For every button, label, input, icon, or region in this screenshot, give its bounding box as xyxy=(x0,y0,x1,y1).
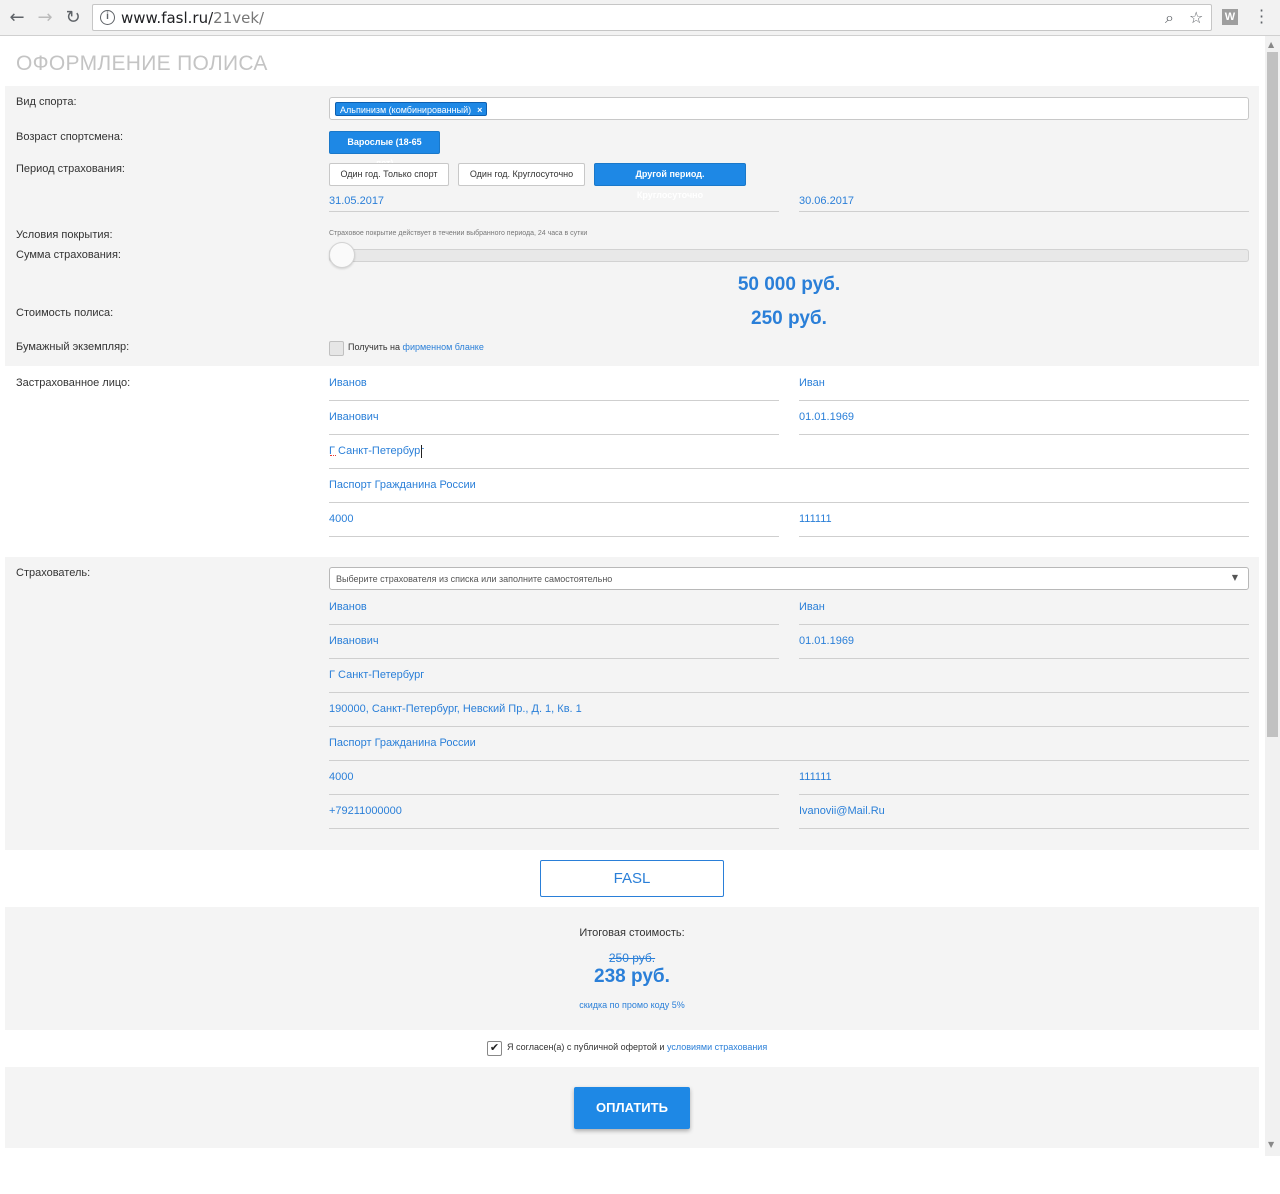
insured-doc-type-field[interactable]: Паспорт Гражданина России xyxy=(329,473,1249,503)
insurer-select-placeholder: Выберите страхователя из списка или запо… xyxy=(336,574,613,584)
total-label: Итоговая стоимость: xyxy=(579,927,685,939)
new-price: 238 руб. xyxy=(594,966,670,987)
scrollbar-thumb[interactable] xyxy=(1267,52,1278,737)
url-text[interactable]: www.fasl.ru/21vek/ xyxy=(121,9,264,27)
insured-doc-number-field[interactable]: 111111 xyxy=(799,507,1249,537)
bookmark-star-icon[interactable]: ☆ xyxy=(1189,8,1203,27)
insured-label: Застрахованное лицо: xyxy=(16,377,131,389)
sum-slider-track[interactable] xyxy=(329,249,1249,262)
forward-arrow-icon[interactable]: → xyxy=(34,7,56,29)
start-date-field[interactable]: 31.05.2017 xyxy=(329,189,779,212)
age-adult-button[interactable]: Варослые (18-65 лет) xyxy=(329,131,440,168)
info-icon[interactable]: i xyxy=(100,10,115,25)
insurer-email-field[interactable]: Ivanovii@Mail.Ru xyxy=(799,799,1249,829)
sum-slider-handle[interactable] xyxy=(329,242,355,268)
paper-link[interactable]: фирменном бланке xyxy=(403,342,484,352)
insurer-city-field[interactable]: Г Санкт-Петербург xyxy=(329,663,1249,693)
period-year-sport-button[interactable]: Один год. Только спорт xyxy=(329,163,449,186)
paper-text: Получить на фирменном бланке xyxy=(348,342,484,352)
old-price: 250 руб. xyxy=(608,951,656,965)
period-year-allday-button[interactable]: Один год. Круглосуточно xyxy=(458,163,585,186)
pay-button[interactable]: ОПЛАТИТЬ xyxy=(574,1087,690,1129)
insurer-birth-date-field[interactable]: 01.01.1969 xyxy=(799,629,1249,659)
browser-toolbar: ← → ↻ i www.fasl.ru/21vek/ ⌕ ☆ W · · · xyxy=(0,0,1280,36)
paper-label: Бумажный экземпляр: xyxy=(16,341,130,353)
back-arrow-icon[interactable]: ← xyxy=(6,7,28,29)
period-other-button[interactable]: Другой период. Круглосуточно xyxy=(594,163,746,200)
insurer-address-field[interactable]: 190000, Санкт-Петербург, Невский Пр., Д.… xyxy=(329,697,1249,727)
scroll-up-arrow-icon[interactable]: ▲ xyxy=(1268,40,1274,49)
chevron-down-icon: ▼ xyxy=(1231,573,1238,582)
coverage-label: Условия покрытия: xyxy=(16,229,113,241)
insurer-doc-series-field[interactable]: 4000 xyxy=(329,765,779,795)
sport-multiselect[interactable]: Альпинизм (комбинированный) × xyxy=(329,97,1249,120)
sum-label: Сумма страхования: xyxy=(16,249,121,261)
url-host: www.fasl.ru/ xyxy=(121,9,214,27)
insured-first-name-field[interactable]: Иван xyxy=(799,371,1249,401)
zoom-icon[interactable]: ⌕ xyxy=(1165,8,1174,28)
text-cursor xyxy=(421,445,422,458)
checkmark-icon: ✔ xyxy=(489,1042,500,1054)
paper-text-label: Получить на xyxy=(348,342,401,352)
insurer-label: Страхователь: xyxy=(16,567,91,579)
agreement-checkbox[interactable]: ✔ xyxy=(487,1041,502,1056)
sum-value: 50 000 руб. xyxy=(737,274,841,295)
sport-tag-label: Альпинизм (комбинированный) xyxy=(340,105,472,115)
insurer-doc-number-field[interactable]: 111111 xyxy=(799,765,1249,795)
url-path: 21vek/ xyxy=(213,9,265,27)
insurer-first-name-field[interactable]: Иван xyxy=(799,595,1249,625)
discount-note: скидка по промо коду 5% xyxy=(579,1000,685,1010)
cost-label: Стоимость полиса: xyxy=(16,307,114,319)
scroll-down-arrow-icon[interactable]: ▼ xyxy=(1268,1140,1274,1149)
browser-menu-icon[interactable]: · · · xyxy=(1259,3,1264,31)
agreement-text: Я согласен(а) с публичной офертой и усло… xyxy=(507,1042,767,1052)
sport-tag: Альпинизм (комбинированный) × xyxy=(335,102,488,116)
insured-birth-date-field[interactable]: 01.01.1969 xyxy=(799,405,1249,435)
insurer-phone-field[interactable]: +79211000000 xyxy=(329,799,779,829)
agreement-text-label: Я согласен(а) с публичной офертой и xyxy=(507,1042,665,1052)
reload-icon[interactable]: ↻ xyxy=(62,7,84,29)
extension-icon[interactable]: W xyxy=(1222,9,1238,25)
page-title: ОФОРМЛЕНИЕ ПОЛИСА xyxy=(16,52,268,75)
spellcheck-underline xyxy=(330,454,336,456)
insurer-middle-name-field[interactable]: Иванович xyxy=(329,629,779,659)
paper-checkbox[interactable] xyxy=(329,341,344,356)
insurer-last-name-field[interactable]: Иванов xyxy=(329,595,779,625)
age-label: Возраст спортсмена: xyxy=(16,131,123,143)
coverage-note: Страховое покрытие действует в течении в… xyxy=(329,230,588,237)
insurer-select[interactable]: Выберите страхователя из списка или запо… xyxy=(329,567,1249,590)
insured-middle-name-field[interactable]: Иванович xyxy=(329,405,779,435)
insured-city-field[interactable]: Г Санкт-Петербург xyxy=(329,439,1249,469)
address-bar[interactable]: i www.fasl.ru/21vek/ ⌕ ☆ xyxy=(92,4,1212,31)
insured-last-name-field[interactable]: Иванов xyxy=(329,371,779,401)
end-date-field[interactable]: 30.06.2017 xyxy=(799,189,1249,212)
period-label: Период страхования: xyxy=(16,163,125,175)
sport-label: Вид спорта: xyxy=(16,96,77,108)
insured-doc-series-field[interactable]: 4000 xyxy=(329,507,779,537)
promo-code-input[interactable]: FASL xyxy=(540,860,724,897)
tag-remove-icon[interactable]: × xyxy=(477,105,482,115)
cost-value: 250 руб. xyxy=(751,308,827,329)
agreement-terms-link[interactable]: условиями страхования xyxy=(667,1042,767,1052)
insurer-doc-type-field[interactable]: Паспорт Гражданина России xyxy=(329,731,1249,761)
